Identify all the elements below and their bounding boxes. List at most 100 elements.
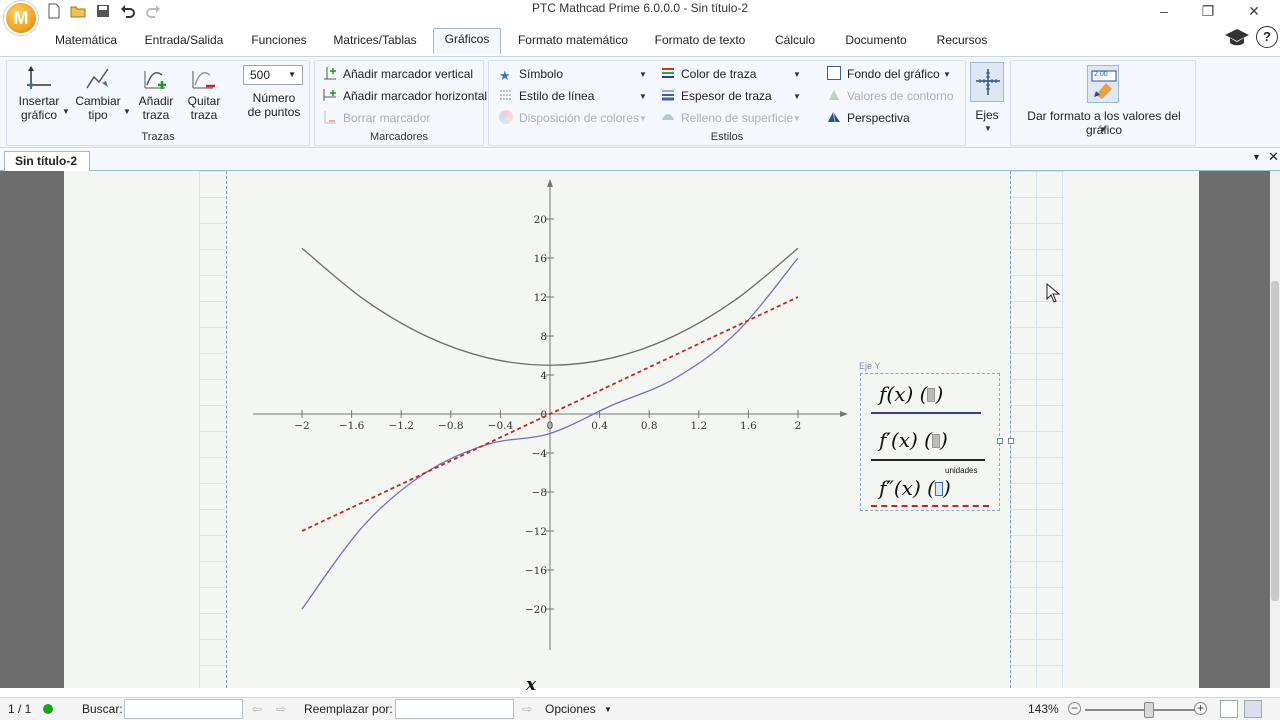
insertar-dropdown-icon[interactable]: ▼ — [62, 107, 70, 116]
maximize-icon[interactable]: ❐ — [1198, 2, 1218, 20]
relleno-dropdown-icon[interactable]: ▼ — [793, 114, 801, 123]
zoom-level: 143% — [1028, 702, 1059, 716]
graduation-cap-icon[interactable] — [1224, 27, 1250, 49]
relleno-label: Relleno de superficie — [681, 111, 794, 125]
disposicion-dropdown-icon[interactable]: ▼ — [639, 114, 647, 123]
disposicion-colores-button[interactable]: Disposición de colores — [499, 109, 639, 127]
legend-f[interactable]: f(x) () — [879, 382, 943, 406]
opciones-dropdown-icon[interactable]: ▼ — [604, 705, 612, 714]
tab-matematica[interactable]: Matemática — [48, 30, 124, 56]
quitar-traza-button[interactable]: Quitar traza — [181, 65, 227, 122]
zoom-in-icon[interactable]: + — [1194, 702, 1207, 715]
estilo-linea-dropdown-icon[interactable]: ▼ — [639, 92, 647, 101]
anadir-marcador-vertical-button[interactable]: Añadir marcador vertical — [323, 65, 473, 83]
cambiar-label-2: tipo — [88, 108, 108, 122]
mathcad-window: M PTC Mathcad Prime 6.0.0.0 - Sin título… — [0, 0, 1280, 720]
scrollbar-thumb[interactable] — [1271, 281, 1279, 601]
formato-valores-button[interactable]: 2.00 — [1087, 65, 1119, 103]
page-view-icon[interactable] — [1220, 700, 1238, 718]
ribbon: Insertar gráfico ▼ Cambiar tipo ▼ Añadir… — [0, 56, 1280, 148]
tab-formato-matematico[interactable]: Formato matemático — [514, 30, 632, 56]
trace-weight-icon — [662, 90, 674, 101]
legend-resize-handle[interactable] — [997, 438, 1003, 444]
tab-funciones[interactable]: Funciones — [246, 30, 312, 56]
num-points-dropdown-icon[interactable]: ▼ — [288, 66, 296, 84]
delete-marker-icon — [324, 111, 336, 124]
fondo-grafico-button[interactable]: Fondo del gráfico — [827, 65, 940, 83]
perspectiva-button[interactable]: Perspectiva — [827, 109, 910, 127]
legend-fsecond-label: f″(x) — [879, 476, 921, 500]
worksheet-page[interactable] — [64, 171, 1199, 688]
anadir-label-2: traza — [142, 108, 170, 122]
anadir-marcador-horizontal-button[interactable]: Añadir marcador horizontal — [323, 87, 487, 105]
tab-calculo[interactable]: Cálculo — [768, 30, 822, 56]
legend-fsecond[interactable]: f″(x) () — [879, 476, 951, 500]
tab-graficos[interactable]: Gráficos — [433, 28, 501, 54]
add-trace-icon — [144, 71, 166, 89]
formato-dropdown-icon[interactable]: ▼ — [1099, 125, 1107, 134]
buscar-input[interactable] — [124, 699, 243, 719]
color-traza-dropdown-icon[interactable]: ▼ — [793, 70, 801, 79]
tab-matrices-tablas[interactable]: Matrices/Tablas — [330, 30, 420, 56]
draft-view-icon[interactable] — [1244, 700, 1262, 718]
valores-contorno-button[interactable]: Valores de contorno — [827, 87, 954, 105]
replace-icon[interactable]: ⇨ — [522, 702, 532, 716]
format-values-icon-text: 2.00 — [1094, 71, 1108, 78]
doc-tabs-dropdown-icon[interactable]: ▼ — [1252, 152, 1261, 162]
prev-match-icon[interactable]: ⇦ — [252, 702, 262, 716]
document-tab[interactable]: Sin título-2 — [4, 151, 90, 171]
num-points-input[interactable]: 500 ▼ — [243, 65, 303, 85]
reemplazar-label: Reemplazar por: — [304, 702, 393, 716]
vertical-scrollbar[interactable] — [1270, 171, 1280, 688]
document-tabs: Sin título-2 ▼ ✕ — [0, 149, 1280, 171]
borrar-marcador-button[interactable]: Borrar marcador — [323, 109, 430, 127]
reemplazar-input[interactable] — [395, 699, 514, 719]
insertar-label-1: Insertar — [18, 94, 60, 108]
zoom-slider-thumb[interactable] — [1144, 702, 1154, 718]
borrar-marcador-label: Borrar marcador — [343, 111, 431, 125]
cambiar-dropdown-icon[interactable]: ▼ — [123, 107, 131, 116]
tab-recursos[interactable]: Recursos — [930, 30, 994, 56]
help-icon[interactable]: ? — [1256, 26, 1278, 48]
zoom-slider-track[interactable] — [1085, 709, 1195, 711]
cambiar-tipo-button[interactable]: Cambiar tipo — [73, 65, 123, 122]
zoom-out-icon[interactable]: − — [1068, 702, 1081, 715]
unit-placeholder[interactable] — [927, 388, 936, 402]
ejes-label: Ejes — [975, 108, 999, 122]
num-points-label-2: de puntos — [247, 105, 301, 119]
tab-documento[interactable]: Documento — [838, 30, 914, 56]
page-margin-left — [226, 171, 227, 688]
legend-resize-handle[interactable] — [1008, 438, 1014, 444]
ribbon-tabs: Matemática Entrada/Salida Funciones Matr… — [0, 24, 1280, 56]
ejes-button[interactable] — [970, 62, 1004, 102]
simbolo-button[interactable]: ★ Símbolo — [499, 65, 563, 83]
tab-formato-texto[interactable]: Formato de texto — [650, 30, 750, 56]
estilo-linea-button[interactable]: Estilo de línea — [499, 87, 594, 105]
doc-close-icon[interactable]: ✕ — [1268, 149, 1279, 165]
relleno-superficie-button[interactable]: Relleno de superficie — [661, 109, 793, 127]
y-axis-legend[interactable]: f(x) () f′(x) () unidades f″(x) () — [860, 373, 1000, 511]
unit-placeholder[interactable] — [932, 434, 940, 448]
espesor-traza-label: Espesor de traza — [681, 89, 772, 103]
espesor-traza-button[interactable]: Espesor de traza — [661, 87, 772, 105]
simbolo-label: Símbolo — [519, 67, 564, 81]
next-match-icon[interactable]: ⇨ — [276, 702, 286, 716]
simbolo-dropdown-icon[interactable]: ▼ — [639, 70, 647, 79]
color-traza-button[interactable]: Color de traza — [661, 65, 756, 83]
legend-fprime[interactable]: f′(x) () — [879, 428, 948, 452]
insert-plot-icon — [27, 66, 51, 89]
insertar-grafico-button[interactable]: Insertar gráfico — [13, 65, 65, 122]
opciones-button[interactable]: Opciones — [545, 702, 596, 716]
espesor-traza-dropdown-icon[interactable]: ▼ — [793, 92, 801, 101]
surface-fill-icon — [662, 114, 674, 120]
close-icon[interactable]: ✕ — [1244, 2, 1264, 20]
axes-icon — [976, 69, 1000, 95]
minimize-icon[interactable]: – — [1154, 2, 1174, 20]
unit-placeholder-active[interactable] — [934, 482, 943, 496]
mathcad-logo[interactable]: M — [4, 1, 38, 35]
num-points-value: 500 — [250, 68, 271, 82]
ejes-dropdown-icon[interactable]: ▼ — [984, 124, 992, 133]
tab-entrada-salida[interactable]: Entrada/Salida — [140, 30, 228, 56]
anadir-traza-button[interactable]: Añadir traza — [133, 65, 179, 122]
fondo-dropdown-icon[interactable]: ▼ — [943, 70, 951, 79]
